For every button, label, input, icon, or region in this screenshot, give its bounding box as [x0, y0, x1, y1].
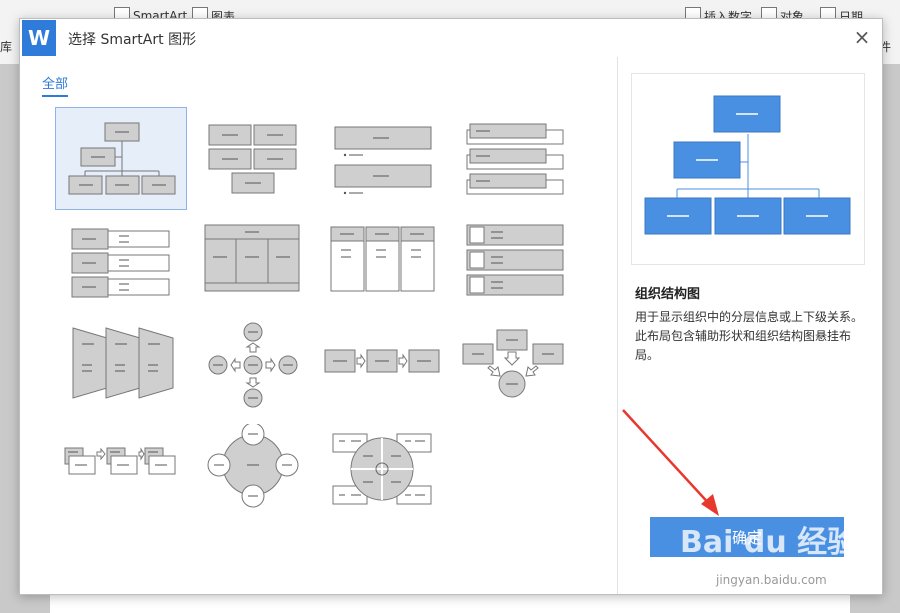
layout-radial-venn[interactable] [195, 424, 327, 527]
horizontal-bullet-list-thumb-icon [71, 228, 170, 298]
category-tab-all[interactable]: 全部 [42, 73, 69, 97]
basic-process-thumb-icon [324, 349, 440, 373]
dialog-titlebar: W 选择 SmartArt 图形 × [20, 19, 882, 57]
org-chart-preview-icon [644, 95, 851, 235]
toolbar-left-fragment: 库 [0, 40, 13, 54]
layout-preview [631, 73, 865, 265]
layout-picture-list[interactable] [453, 217, 585, 320]
close-button[interactable]: × [850, 25, 874, 49]
baidu-watermark-url: jingyan.baidu.com [716, 573, 827, 587]
baidu-watermark: Bai du 经验 [680, 525, 858, 560]
preview-description: 用于显示组织中的分层信息或上下级关系。此布局包含辅助形状和组织结构图悬挂布局。 [635, 310, 864, 362]
vertical-box-list-thumb-icon [330, 226, 435, 292]
layout-basic-process[interactable] [323, 322, 455, 425]
layout-picture-process[interactable] [55, 424, 187, 527]
preview-title: 组织结构图 [635, 287, 701, 302]
layout-cycle-matrix[interactable] [323, 424, 455, 527]
layout-horizontal-bullet-list[interactable] [55, 217, 187, 320]
dialog-title: 选择 SmartArt 图形 [68, 32, 197, 48]
picture-process-thumb-icon [64, 447, 176, 475]
vertical-bullet-list-thumb-icon [334, 126, 432, 195]
layout-block-list[interactable] [195, 107, 327, 210]
picture-list-thumb-icon [466, 224, 564, 296]
trapezoid-list-thumb-icon [72, 327, 174, 399]
org-chart-thumb-icon [68, 122, 176, 195]
layout-table-hierarchy[interactable] [195, 217, 327, 320]
layout-trapezoid-list[interactable] [55, 322, 187, 425]
radial-cycle-thumb-icon [208, 322, 298, 408]
block-list-thumb-icon [208, 124, 297, 194]
annotation-arrow-icon [622, 409, 719, 516]
layout-vertical-bullet-list[interactable] [323, 107, 455, 210]
table-hierarchy-thumb-icon [204, 224, 300, 292]
radial-venn-thumb-icon [207, 424, 299, 508]
layout-converging-arrows[interactable] [453, 322, 585, 425]
converging-arrows-thumb-icon [462, 329, 564, 398]
cycle-matrix-thumb-icon [332, 433, 432, 505]
layout-org-chart[interactable] [55, 107, 187, 210]
layout-stacked-list[interactable] [453, 107, 585, 210]
smartart-dialog: W 选择 SmartArt 图形 × 全部 组织结构图 用于显示组织中的分层信息… [19, 18, 883, 595]
stacked-list-thumb-icon [466, 123, 564, 195]
layout-vertical-box-list[interactable] [323, 217, 455, 320]
wps-logo-icon: W [22, 20, 56, 56]
layout-radial-cycle[interactable] [195, 322, 327, 425]
